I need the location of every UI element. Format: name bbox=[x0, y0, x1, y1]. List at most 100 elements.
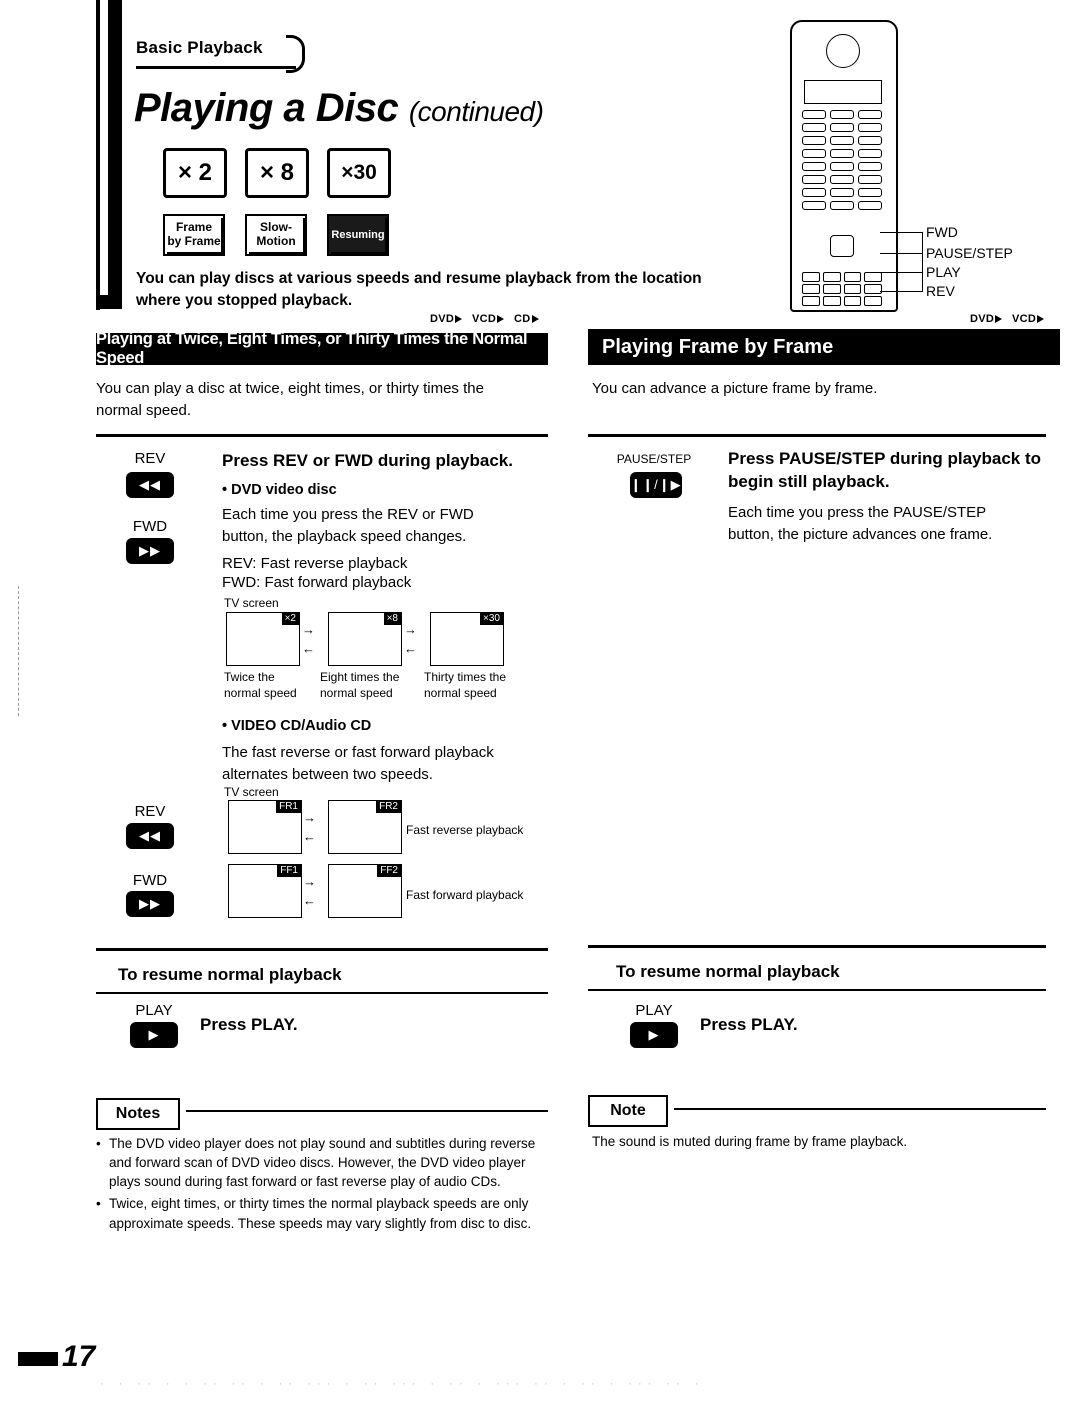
tv-frame-x2: ×2 bbox=[226, 612, 300, 666]
left-dvd-bullet: • DVD video disc bbox=[222, 482, 337, 498]
key-label-fwd-2: FWD bbox=[132, 872, 168, 889]
tv-frame-x30: ×30 bbox=[430, 612, 504, 666]
page-title-main: Playing a Disc bbox=[134, 86, 399, 130]
tv-frame-x30-tag: ×30 bbox=[480, 613, 503, 625]
tv-frame-x8: ×8 bbox=[328, 612, 402, 666]
right-rule-resume-bottom bbox=[588, 989, 1046, 991]
remote-transport-row-3 bbox=[802, 296, 882, 306]
left-resume-title: To resume normal playback bbox=[118, 965, 342, 984]
tv-screen-label-2: TV screen bbox=[224, 785, 279, 799]
note-tab-right: Note bbox=[588, 1095, 668, 1127]
left-rule-foot bbox=[96, 295, 122, 309]
right-resume-title: To resume normal playback bbox=[616, 962, 840, 981]
arrow-right-4-icon: → bbox=[303, 874, 316, 889]
callout-label-pause-step: PAUSE/STEP bbox=[926, 245, 1013, 261]
page-number-bar bbox=[18, 1352, 58, 1366]
arrow-right-2-icon: → bbox=[404, 622, 417, 637]
left-rule-resume-top bbox=[96, 948, 548, 951]
callout-label-play: PLAY bbox=[926, 264, 961, 280]
remote-dpad-center bbox=[830, 235, 854, 257]
speed-icon-x30: ×30 bbox=[327, 148, 391, 198]
caption-fast-reverse: Fast reverse playback bbox=[406, 823, 524, 837]
play-icon: ▶ bbox=[648, 1027, 660, 1042]
fwd-icon: ▶▶ bbox=[139, 543, 161, 558]
fwd-icon: ▶▶ bbox=[139, 896, 161, 911]
rev-icon: ◀◀ bbox=[139, 828, 161, 843]
caption-twice-speed: Twice the normal speed bbox=[224, 670, 297, 700]
feature-label-shadow-2 bbox=[249, 252, 307, 256]
callout-label-fwd: FWD bbox=[926, 224, 958, 240]
margin-dash-marker bbox=[18, 586, 20, 716]
left-rule-thick bbox=[108, 0, 122, 302]
key-button-rev-1: ◀◀ bbox=[126, 472, 174, 498]
remote-transport-row-1 bbox=[802, 272, 882, 282]
remote-top-dial bbox=[826, 34, 860, 68]
tv-frame-fr1: FR1 bbox=[228, 800, 302, 854]
chapter-tag-bracket bbox=[286, 35, 305, 73]
arrow-left-2-icon: ← bbox=[404, 641, 417, 656]
page-title: Playing a Disc (continued) bbox=[134, 86, 544, 131]
remote-display bbox=[804, 80, 882, 104]
feature-label-shadow-v-2 bbox=[303, 218, 307, 256]
disc-tag-arrow-icon bbox=[531, 315, 539, 324]
tv-frame-ff1: FF1 bbox=[228, 864, 302, 918]
right-resume-instruction: Press PLAY. bbox=[700, 1015, 798, 1034]
play-icon: ▶ bbox=[148, 1027, 160, 1042]
right-rule-top bbox=[588, 434, 1046, 437]
disc-tag-arrow-icon bbox=[1037, 315, 1045, 324]
right-body-text: Each time you press the PAUSE/STEP butto… bbox=[728, 504, 993, 543]
left-resume-instruction: Press PLAY. bbox=[200, 1015, 298, 1034]
disc-tag-vcd-left-text: VCD bbox=[472, 313, 497, 325]
arrow-right-1-icon: → bbox=[302, 622, 315, 637]
right-rule-resume-top bbox=[588, 945, 1046, 948]
left-rule-top bbox=[96, 434, 548, 437]
callout-label-rev: REV bbox=[926, 283, 955, 299]
callout-line-play bbox=[880, 272, 922, 273]
key-label-pause-step: PAUSE/STEP bbox=[616, 452, 692, 466]
tv-frame-ff1-tag: FF1 bbox=[277, 865, 301, 877]
right-intro-text: You can advance a picture frame by frame… bbox=[592, 380, 878, 397]
key-label-play-left: PLAY bbox=[135, 1002, 173, 1019]
remote-dpad bbox=[816, 225, 866, 265]
tv-frame-ff2: FF2 bbox=[328, 864, 402, 918]
notes-list-left: The DVD video player does not play sound… bbox=[96, 1134, 551, 1236]
key-button-rev-2: ◀◀ bbox=[126, 823, 174, 849]
left-intro-text: You can play a disc at twice, eight time… bbox=[96, 380, 484, 419]
note-item: The DVD video player does not play sound… bbox=[96, 1134, 551, 1191]
left-instruction: Press REV or FWD during playback. bbox=[222, 451, 513, 470]
remote-transport-row-2 bbox=[802, 284, 882, 294]
tv-frame-fr1-tag: FR1 bbox=[276, 801, 301, 813]
right-instruction: Press PAUSE/STEP during playback to begi… bbox=[728, 449, 1042, 491]
remote-button-grid bbox=[802, 110, 882, 210]
notes-rule-left bbox=[186, 1110, 548, 1112]
left-rule-thin bbox=[96, 0, 100, 310]
key-label-rev-2: REV bbox=[134, 803, 166, 820]
disc-tag-arrow-icon bbox=[497, 315, 505, 324]
disc-tag-arrow-icon bbox=[995, 315, 1003, 324]
left-vcd-text: The fast reverse or fast forward playbac… bbox=[222, 744, 494, 783]
disc-tag-arrow-icon bbox=[455, 315, 463, 324]
left-fwd-definition: FWD: Fast forward playback bbox=[222, 574, 412, 591]
feature-label-frame-by-frame: Frame by Frame bbox=[163, 214, 225, 256]
tv-frame-x8-tag: ×8 bbox=[383, 613, 401, 625]
remote-control-illustration bbox=[790, 20, 910, 312]
feature-label-shadow-v-1 bbox=[221, 218, 225, 256]
key-button-play-left: ▶ bbox=[130, 1022, 178, 1048]
section-header-speed: Playing at Twice, Eight Times, or Thirty… bbox=[96, 330, 548, 367]
key-button-play-right: ▶ bbox=[630, 1022, 678, 1048]
callout-spine bbox=[922, 232, 923, 292]
feature-label-resuming: Resuming bbox=[327, 214, 389, 256]
left-rule-resume-bottom bbox=[96, 992, 548, 994]
speed-icon-x8: × 8 bbox=[245, 148, 309, 198]
key-label-fwd-1: FWD bbox=[132, 518, 168, 535]
disc-tag-vcd-left: VCD bbox=[472, 313, 505, 325]
disc-tag-dvd-right-text: DVD bbox=[970, 313, 995, 325]
arrow-left-1-icon: ← bbox=[302, 641, 315, 656]
feature-label-shadow-1 bbox=[167, 252, 225, 256]
notes-tab-left: Notes bbox=[96, 1098, 180, 1130]
speed-icon-x2: × 2 bbox=[163, 148, 227, 198]
scan-artifact: · · ·· · · ·· ·· · ·· ··· · ·· ··· · ·· … bbox=[100, 1378, 705, 1390]
tv-frame-fr2: FR2 bbox=[328, 800, 402, 854]
tv-frame-fr2-tag: FR2 bbox=[376, 801, 401, 813]
manual-page: Basic Playback Playing a Disc (continued… bbox=[0, 0, 1080, 1421]
